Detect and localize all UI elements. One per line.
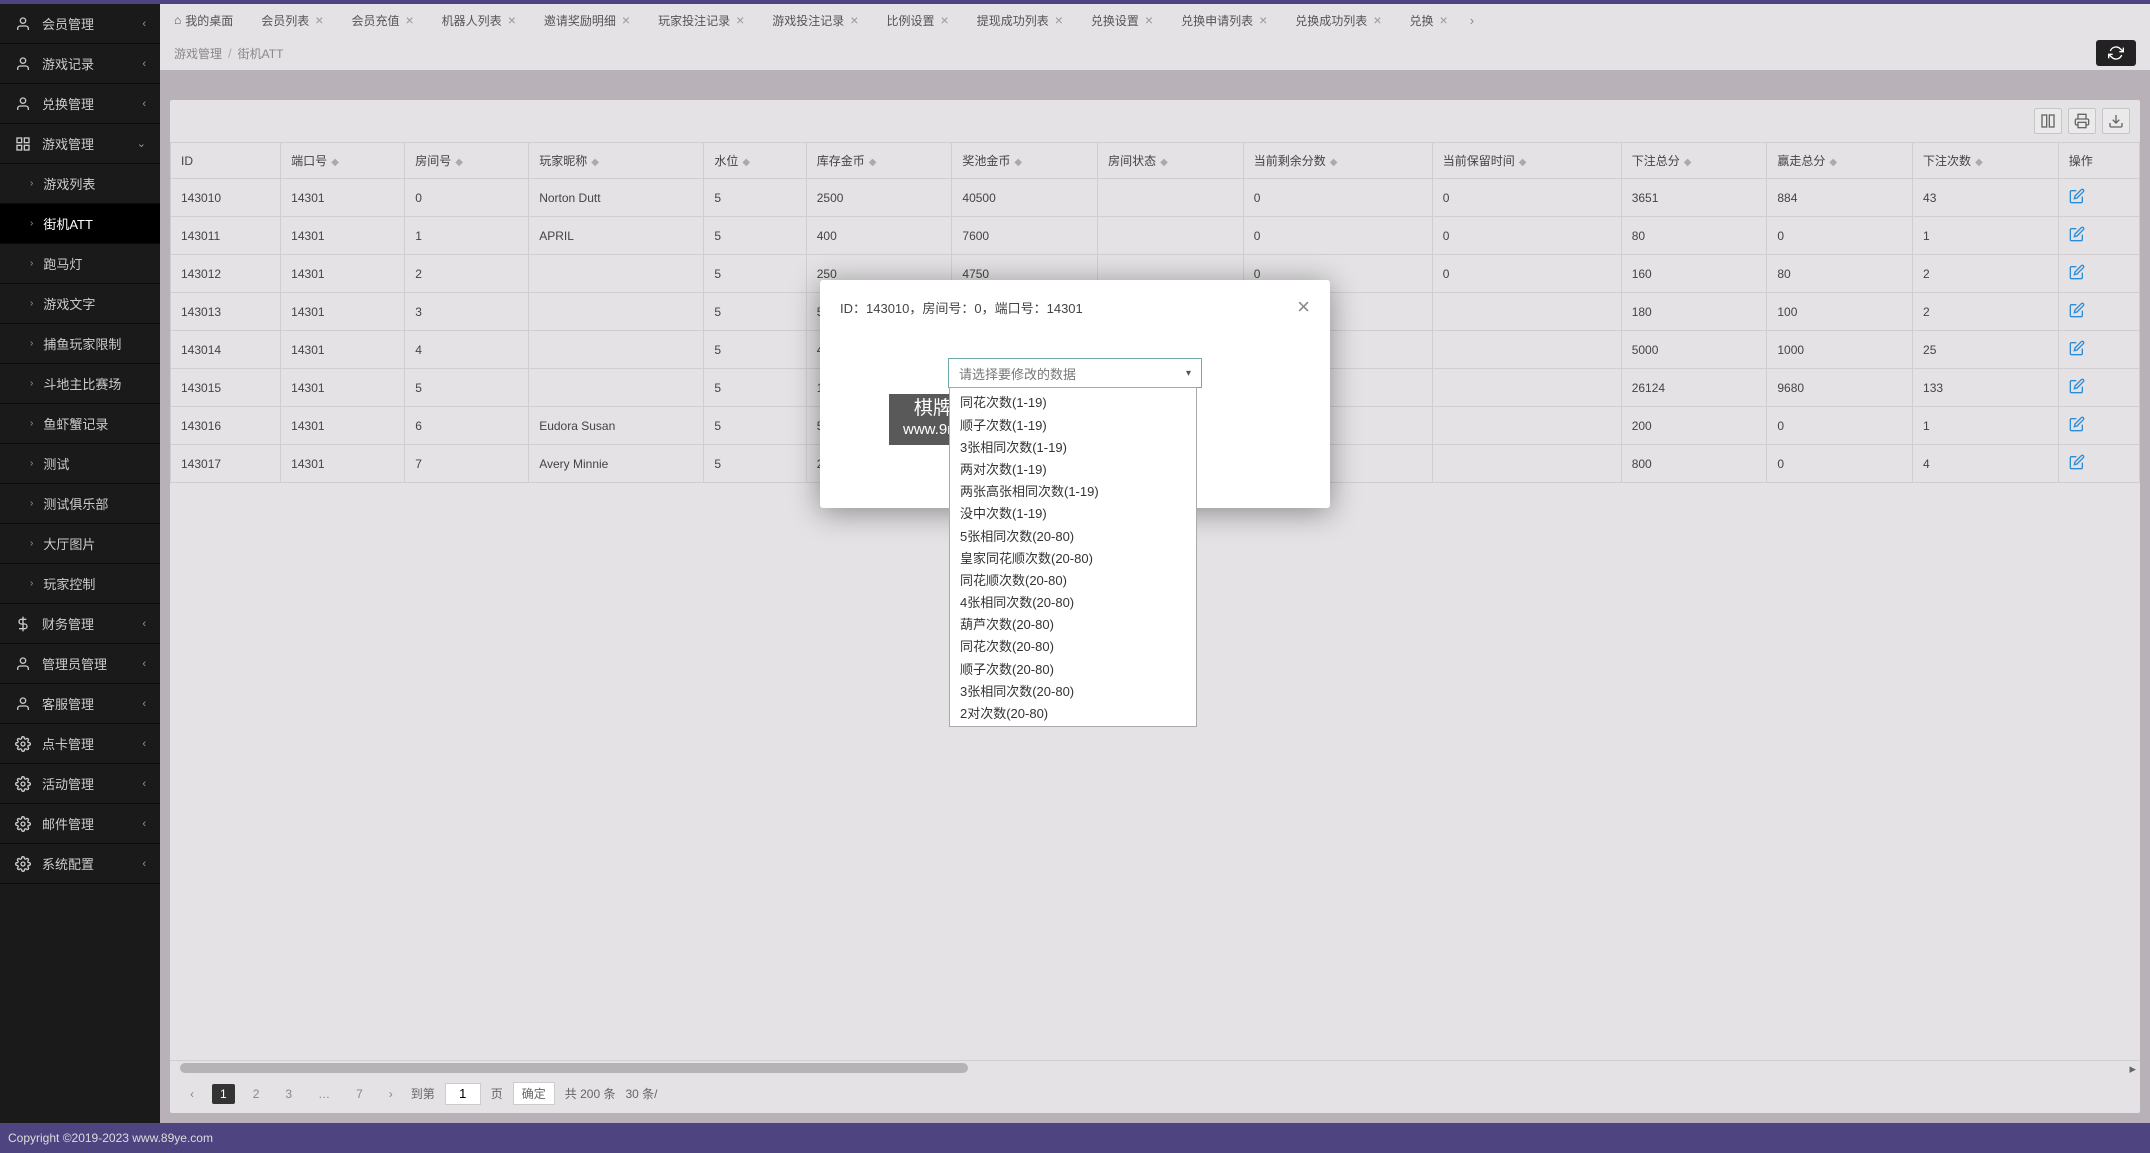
select-option[interactable]: 2对次数(20-80) <box>950 703 1196 725</box>
modal-select[interactable]: 请选择要修改的数据 ▾ 棋牌资源网 www.9niuym.com 4张相同次数(… <box>948 358 1202 388</box>
select-option[interactable]: 两张高张相同次数(20-80) <box>950 725 1196 727</box>
select-option[interactable]: 同花次数(1-19) <box>950 392 1196 414</box>
select-option[interactable]: 顺子次数(20-80) <box>950 659 1196 681</box>
select-option[interactable]: 两张高张相同次数(1-19) <box>950 481 1196 503</box>
select-option[interactable]: 5张相同次数(20-80) <box>950 526 1196 548</box>
select-option[interactable]: 同花次数(20-80) <box>950 636 1196 658</box>
modal-overlay: ID：143010，房间号：0，端口号：14301 × 请选择要修改的数据 ▾ … <box>0 0 2150 1153</box>
modal-close-button[interactable]: × <box>1297 296 1310 318</box>
modal: ID：143010，房间号：0，端口号：14301 × 请选择要修改的数据 ▾ … <box>820 280 1330 508</box>
select-option[interactable]: 3张相同次数(1-19) <box>950 437 1196 459</box>
select-placeholder: 请选择要修改的数据 <box>959 364 1076 383</box>
select-option[interactable]: 4张相同次数(20-80) <box>950 592 1196 614</box>
modal-title: ID：143010，房间号：0，端口号：14301 <box>840 298 1083 317</box>
select-option[interactable]: 顺子次数(1-19) <box>950 415 1196 437</box>
modal-header: ID：143010，房间号：0，端口号：14301 × <box>820 280 1330 328</box>
select-option[interactable]: 两对次数(1-19) <box>950 459 1196 481</box>
select-option[interactable]: 3张相同次数(20-80) <box>950 681 1196 703</box>
select-option[interactable]: 没中次数(1-19) <box>950 503 1196 525</box>
select-option[interactable]: 皇家同花顺次数(20-80) <box>950 548 1196 570</box>
modal-body: 请选择要修改的数据 ▾ 棋牌资源网 www.9niuym.com 4张相同次数(… <box>820 328 1330 508</box>
select-option[interactable]: 同花顺次数(20-80) <box>950 570 1196 592</box>
select-dropdown[interactable]: 4张相同次数(1-19)葫芦次数(1-19)同花次数(1-19)顺子次数(1-1… <box>949 387 1197 727</box>
select-option[interactable]: 葫芦次数(20-80) <box>950 614 1196 636</box>
caret-down-icon: ▾ <box>1186 368 1191 379</box>
